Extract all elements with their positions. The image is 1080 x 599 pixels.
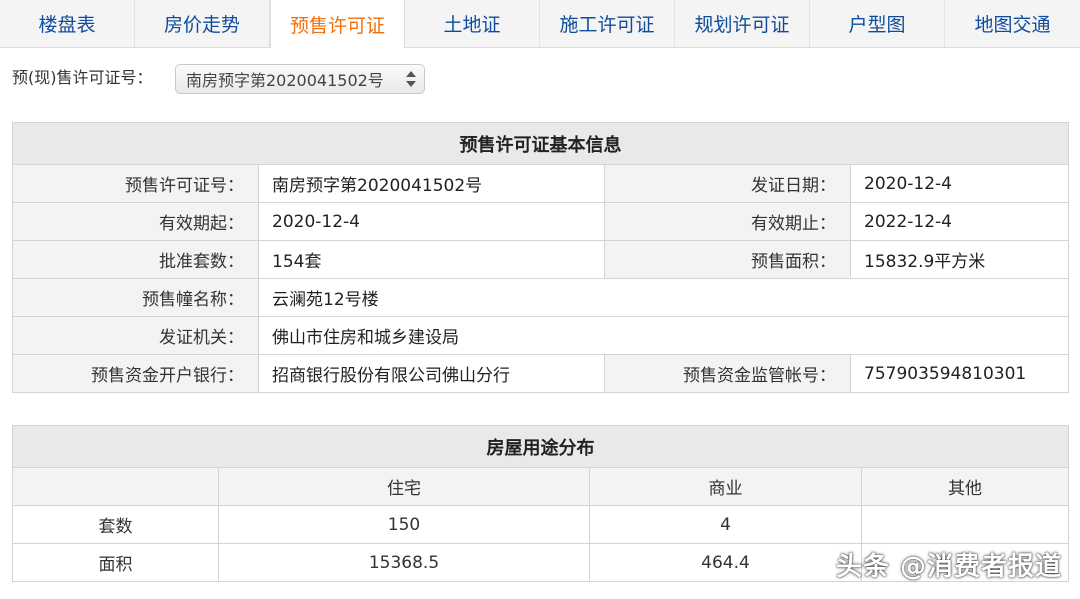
approved-units-label: 批准套数： <box>12 240 259 279</box>
issue-date-value: 2020-12-4 <box>850 164 1069 203</box>
tab-floor-plan[interactable]: 户型图 <box>810 0 945 47</box>
valid-until-value: 2022-12-4 <box>850 202 1069 241</box>
tab-bar: 楼盘表 房价走势 预售许可证 土地证 施工许可证 规划许可证 户型图 地图交通 <box>0 0 1080 48</box>
valid-from-value: 2020-12-4 <box>258 202 605 241</box>
permit-select-value: 南房预字第2020041502号 <box>186 71 384 90</box>
area-row-label: 面积 <box>12 543 219 582</box>
valid-from-label: 有效期起： <box>12 202 259 241</box>
area-commercial: 464.4 <box>589 543 862 582</box>
permit-number-value: 南房预字第2020041502号 <box>258 164 605 203</box>
escrow-bank-label: 预售资金开户银行： <box>12 354 259 393</box>
tab-land-certificate[interactable]: 土地证 <box>405 0 540 47</box>
presale-area-label: 预售面积： <box>604 240 851 279</box>
tab-map-traffic[interactable]: 地图交通 <box>945 0 1080 47</box>
tab-building-table[interactable]: 楼盘表 <box>0 0 135 47</box>
escrow-account-label: 预售资金监管帐号： <box>604 354 851 393</box>
table-row: 预售幢名称： 云澜苑12号楼 <box>12 278 1069 317</box>
tab-planning-permit[interactable]: 规划许可证 <box>675 0 810 47</box>
header-residential: 住宅 <box>218 467 590 506</box>
table-row: 预售资金开户银行： 招商银行股份有限公司佛山分行 预售资金监管帐号： 75790… <box>12 354 1069 393</box>
building-name-value: 云澜苑12号楼 <box>258 278 1069 317</box>
tab-presale-permit[interactable]: 预售许可证 <box>270 0 405 48</box>
header-other: 其他 <box>861 467 1069 506</box>
issue-date-label: 发证日期： <box>604 164 851 203</box>
permit-select-label: 预(现)售许可证号： <box>12 68 153 87</box>
escrow-bank-value: 招商银行股份有限公司佛山分行 <box>258 354 605 393</box>
table-row: 批准套数： 154套 预售面积： 15832.9平方米 <box>12 240 1069 279</box>
issuing-authority-value: 佛山市住房和城乡建设局 <box>258 316 1069 355</box>
issuing-authority-label: 发证机关： <box>12 316 259 355</box>
watermark: 头条 @消费者报道 <box>835 552 1062 582</box>
table-header-row: 住宅 商业 其他 <box>12 467 1069 506</box>
usage-title: 房屋用途分布 <box>12 425 1069 468</box>
table-row: 有效期起： 2020-12-4 有效期止： 2022-12-4 <box>12 202 1069 241</box>
header-commercial: 商业 <box>589 467 862 506</box>
basic-info-title: 预售许可证基本信息 <box>12 122 1069 165</box>
tab-construction-permit[interactable]: 施工许可证 <box>540 0 675 47</box>
permit-number-label: 预售许可证号： <box>12 164 259 203</box>
building-name-label: 预售幢名称： <box>12 278 259 317</box>
permit-select[interactable]: 南房预字第2020041502号 <box>175 64 425 94</box>
escrow-account-value: 757903594810301 <box>850 354 1069 393</box>
table-row: 发证机关： 佛山市住房和城乡建设局 <box>12 316 1069 355</box>
approved-units-value: 154套 <box>258 240 605 279</box>
header-blank <box>12 467 219 506</box>
basic-info-table: 预售许可证基本信息 预售许可证号： 南房预字第2020041502号 发证日期：… <box>12 122 1069 393</box>
units-row-label: 套数 <box>12 505 219 544</box>
table-row: 预售许可证号： 南房预字第2020041502号 发证日期： 2020-12-4 <box>12 164 1069 203</box>
table-row: 套数 150 4 <box>12 505 1069 544</box>
presale-area-value: 15832.9平方米 <box>850 240 1069 279</box>
area-residential: 15368.5 <box>218 543 590 582</box>
units-residential: 150 <box>218 505 590 544</box>
select-arrows-icon <box>406 69 416 89</box>
valid-until-label: 有效期止： <box>604 202 851 241</box>
units-other <box>861 505 1069 544</box>
units-commercial: 4 <box>589 505 862 544</box>
tab-price-trend[interactable]: 房价走势 <box>135 0 270 47</box>
